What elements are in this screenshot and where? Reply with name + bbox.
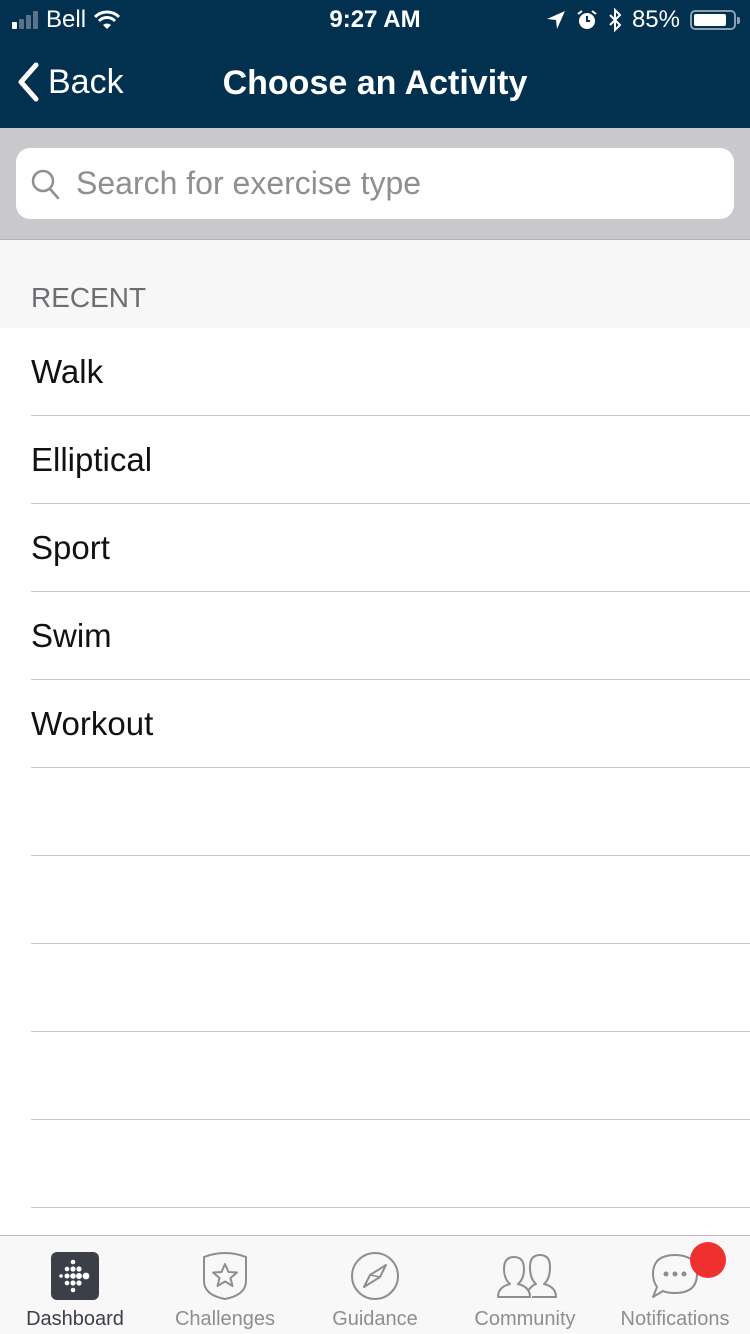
battery-percent: 85% [631,6,680,33]
tab-label: Guidance [332,1308,418,1330]
tab-label: Community [474,1308,576,1330]
tab-label: Notifications [620,1308,730,1330]
list-item[interactable]: Swim [31,592,750,680]
list-item[interactable]: Workout [31,680,750,768]
search-field[interactable] [16,148,734,219]
list-item[interactable]: Sport [31,504,750,592]
tab-community[interactable]: Community [450,1236,600,1334]
navigation-bar: Back Choose an Activity [0,44,750,128]
tab-label: Challenges [174,1308,276,1330]
tab-dashboard[interactable]: Dashboard [0,1236,150,1334]
section-title: RECENT [31,282,147,313]
bluetooth-icon [609,8,622,32]
tab-notifications[interactable]: Notifications [600,1236,750,1334]
empty-list-row [31,1120,750,1208]
page-title: Choose an Activity [222,64,528,102]
dashboard-icon [51,1252,99,1300]
tab-label: Dashboard [26,1308,124,1330]
compass-icon [351,1252,399,1300]
empty-list-row [31,944,750,1032]
list-item[interactable]: Elliptical [31,416,750,504]
battery-icon [690,10,740,30]
search-bar [0,128,750,240]
alarm-icon [577,10,597,29]
tab-challenges[interactable]: Challenges [150,1236,300,1334]
empty-list-row [31,856,750,944]
app-header: Bell 9:27 AM 85% Back Choose an Activity [0,0,750,128]
community-icon [497,1254,557,1298]
notification-badge [690,1242,726,1278]
tab-guidance[interactable]: Guidance [300,1236,450,1334]
search-input[interactable] [74,164,698,203]
tab-bar: Dashboard Challenges Guidance Community … [0,1235,750,1334]
list-item[interactable]: Walk [31,328,750,416]
location-icon [546,11,565,29]
challenges-icon [203,1252,247,1301]
empty-list-row [31,1032,750,1120]
search-icon [31,169,60,199]
section-header-recent: RECENT [0,240,750,328]
status-bar: Bell 9:27 AM 85% [0,0,750,40]
activity-list: Walk Elliptical Sport Swim Workout [0,328,750,1208]
empty-list-row [31,768,750,856]
